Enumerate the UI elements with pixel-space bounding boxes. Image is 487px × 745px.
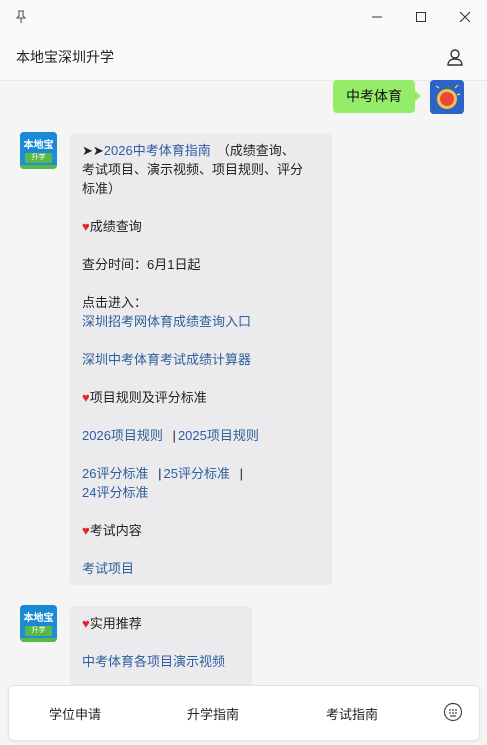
page-title: 本地宝深圳升学 [16,49,114,65]
score-standard-26-link[interactable]: 26评分标准 [82,466,148,481]
window-titlebar [0,0,487,34]
score-calculator-link[interactable]: 深圳中考体育考试成绩计算器 [82,350,320,369]
bottom-menu: 学位申请 升学指南 考试指南 [8,685,480,741]
maximize-icon[interactable] [410,6,432,28]
user-icon[interactable] [443,45,467,69]
section-rules: ♥项目规则及评分标准 [82,388,320,407]
rules-2025-link[interactable]: 2025项目规则 [178,428,259,443]
score-standard-25-link[interactable]: 25评分标准 [163,466,229,481]
guide-desc-line-end: 标准） [82,181,122,196]
score-standard-24-link[interactable]: 24评分标准 [82,483,320,502]
click-enter-label: 点击进入： [82,295,148,310]
exam-items-link[interactable]: 考试项目 [82,559,320,578]
section-heading: 成绩查询 [89,219,142,234]
separator: | [158,466,162,481]
query-time: 查分时间：6月1日起 [82,257,201,272]
score-query-entry-link[interactable]: 深圳招考网体育成绩查询入口 [82,312,320,331]
separator: | [239,466,243,481]
section-heading: 考试内容 [89,523,142,538]
heart-icon: ♥ [82,616,90,631]
menu-item-admission-guide[interactable]: 升学指南 [187,704,239,723]
rules-2026-link[interactable]: 2026项目规则 [82,428,163,443]
heart-icon: ♥ [82,219,90,234]
bot-avatar-badge: 升学 [25,153,52,163]
heart-icon: ♥ [82,523,90,538]
bot-avatar-stripe [20,638,57,642]
arrow-icon: ➤➤ [82,143,104,158]
guide-title-rest: （成绩查询、 [216,143,295,158]
separator: | [172,428,176,443]
section-heading: 实用推荐 [89,616,142,631]
bot-message-recommend: ♥实用推荐 中考体育各项目演示视频 [70,606,252,685]
rules-links-row: 2026项目规则 | 2025项目规则 [82,426,320,445]
user-message: 中考体育 [333,80,421,113]
bot-avatar: 本地宝 升学 [20,605,57,642]
section-score-query: ♥成绩查询 [82,217,320,236]
chat-header: 本地宝深圳升学 [0,34,487,81]
bot-avatar-stripe [20,165,57,169]
guide-desc-line: 考试项目、演示视频、项目规则、评分 [82,162,304,177]
chat-area[interactable]: 中考体育 本地宝 升学 ➤➤2026中考体育指南 （成绩查询、 考试项目、演示视频… [0,80,487,685]
demo-videos-link[interactable]: 中考体育各项目演示视频 [82,652,240,671]
user-avatar [430,80,464,114]
recommend-heading: ♥实用推荐 [82,614,240,633]
bot-avatar-logo-text: 本地宝 [20,605,57,627]
bot-avatar-badge: 升学 [25,626,52,636]
section-exam-content: ♥考试内容 [82,521,320,540]
score-standard-row: 26评分标准 | 25评分标准 | [82,464,320,483]
section-heading: 项目规则及评分标准 [89,390,207,405]
bot-message-guide: ➤➤2026中考体育指南 （成绩查询、 考试项目、演示视频、项目规则、评分 标准）… [70,133,332,585]
pin-icon[interactable] [10,6,32,28]
close-icon[interactable] [454,6,476,28]
minimize-icon[interactable] [366,6,388,28]
bot-avatar: 本地宝 升学 [20,132,57,169]
keyboard-icon[interactable] [443,702,463,722]
heart-icon: ♥ [82,390,90,405]
menu-item-degree-application[interactable]: 学位申请 [49,704,101,723]
menu-item-exam-guide[interactable]: 考试指南 [326,704,378,723]
guide-title-line: ➤➤2026中考体育指南 （成绩查询、 [82,141,320,160]
bot-avatar-logo-text: 本地宝 [20,132,57,154]
guide-link[interactable]: 2026中考体育指南 [104,143,211,158]
